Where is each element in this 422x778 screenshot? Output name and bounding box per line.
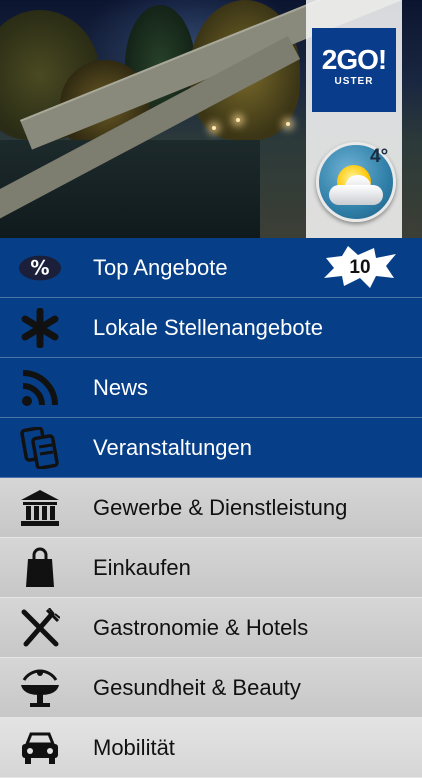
menu-item-label: Mobilität — [93, 735, 175, 760]
menu-item-label: News — [93, 375, 149, 400]
menu-item-gesundheit[interactable]: Gesundheit & Beauty — [0, 658, 422, 718]
menu-item-label: Einkaufen — [93, 555, 191, 580]
menu-item-label: Lokale Stellenangebote — [93, 315, 323, 340]
menu-item-label: Top Angebote — [93, 255, 228, 280]
menu-item-einkaufen[interactable]: Einkaufen — [0, 538, 422, 598]
app-logo[interactable]: 2GO! USTER — [312, 28, 396, 112]
badge-count: 10 — [349, 257, 371, 278]
fork-knife-icon — [18, 607, 62, 649]
tickets-icon — [18, 427, 62, 469]
menu-item-gewerbe[interactable]: Gewerbe & Dienstleistung — [0, 478, 422, 538]
asterisk-icon — [18, 307, 62, 349]
bank-building-icon — [18, 487, 62, 529]
header-photo: 2GO! USTER 4° — [0, 0, 422, 238]
percent-icon: % — [18, 247, 62, 289]
menu-item-top-angebote[interactable]: % Top Angebote 10 — [0, 238, 422, 298]
rss-icon — [18, 367, 62, 409]
street-lamp — [286, 122, 290, 126]
cloud-icon — [329, 185, 383, 205]
menu-item-lokale-stellenangebote[interactable]: Lokale Stellenangebote — [0, 298, 422, 358]
temperature: 4° — [370, 146, 389, 167]
logo-text: 2GO! — [321, 44, 387, 75]
menu-item-label: Gastronomie & Hotels — [93, 615, 309, 640]
street-lamp — [236, 118, 240, 122]
logo-subtext: USTER — [334, 76, 374, 87]
count-badge: 10 — [322, 246, 398, 290]
street-lamp — [212, 126, 216, 130]
menu-item-label: Veranstaltungen — [93, 435, 253, 460]
fountain-icon — [18, 667, 62, 709]
menu-item-gastronomie[interactable]: Gastronomie & Hotels — [0, 598, 422, 658]
menu-item-news[interactable]: News — [0, 358, 422, 418]
car-icon — [18, 727, 62, 769]
shopping-bag-icon — [18, 547, 62, 589]
menu-item-mobilitaet[interactable]: Mobilität — [0, 718, 422, 778]
main-menu: % Top Angebote 10 Lokale Stellenangebote — [0, 238, 422, 778]
menu-item-label: Gewerbe & Dienstleistung — [93, 495, 348, 520]
menu-item-veranstaltungen[interactable]: Veranstaltungen — [0, 418, 422, 478]
menu-item-label: Gesundheit & Beauty — [93, 675, 301, 700]
svg-text:%: % — [30, 257, 49, 280]
